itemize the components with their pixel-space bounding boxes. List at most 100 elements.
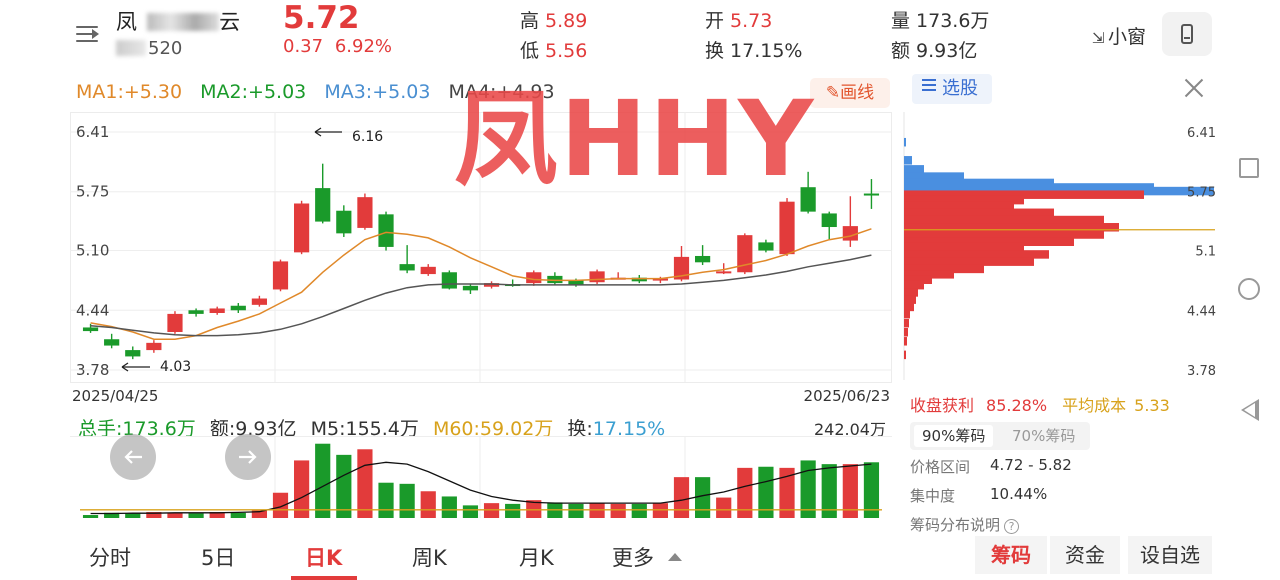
low-stat: 低 5.56	[520, 40, 588, 62]
volume-bar	[441, 496, 457, 518]
scroll-right-button[interactable]	[225, 434, 271, 480]
funds-button[interactable]: 资金	[1050, 536, 1120, 574]
back-icon[interactable]	[1241, 399, 1259, 421]
home-icon[interactable]	[1238, 278, 1260, 300]
chip-y-tick-label: 4.44	[1187, 304, 1216, 319]
volume-bar	[357, 449, 373, 518]
chip-y-tick-label: 3.78	[1187, 364, 1216, 379]
recent-apps-icon[interactable]	[1239, 158, 1259, 178]
chip-y-tick-label: 5.1	[1195, 245, 1216, 260]
chip-bar	[904, 156, 912, 165]
candle-body	[336, 210, 352, 234]
volume-bar	[652, 503, 668, 518]
candle-body	[399, 264, 415, 271]
volume-bar	[695, 477, 711, 518]
tab-monthly-k[interactable]: 月K	[519, 542, 554, 572]
caret-up-icon	[668, 553, 682, 561]
candle-body	[230, 305, 246, 311]
volume-bar	[315, 443, 331, 518]
menu-back-icon[interactable]	[76, 24, 102, 44]
volume-bar	[188, 513, 204, 518]
high-stat: 高 5.89	[520, 10, 588, 32]
volume-bar	[167, 512, 183, 518]
volume-bar	[610, 503, 626, 518]
volume-bar	[716, 497, 732, 518]
tab-intraday[interactable]: 分时	[89, 542, 131, 572]
chip-bar	[904, 295, 916, 304]
tab-5day[interactable]: 5日	[201, 542, 235, 572]
profit-row: 收盘获利 85.28% 平均成本 5.33	[910, 396, 1170, 415]
volume-bar	[272, 492, 289, 518]
chip-bar	[904, 350, 906, 360]
volume-bar	[399, 483, 415, 518]
volume-bar	[230, 512, 246, 518]
candle-body	[125, 350, 141, 357]
volume-bar	[505, 503, 521, 518]
volume-bar	[589, 503, 605, 518]
chip-bar	[904, 250, 1049, 259]
chip-bar	[904, 337, 907, 346]
tab-70-chips[interactable]: 70%筹码	[1004, 425, 1083, 447]
price-change: 0.37 6.92%	[283, 36, 392, 57]
concentration-row: 集中度 10.44%	[910, 485, 1048, 505]
ma2-value: MA2:+5.03	[200, 81, 307, 103]
chip-bar	[904, 137, 906, 147]
candle-body	[378, 214, 394, 247]
max-annotation: 6.16	[314, 127, 383, 145]
ma-long-line	[90, 254, 872, 337]
x-start-label: 2025/04/25	[72, 387, 158, 405]
chip-bar	[904, 242, 1024, 252]
shrink-icon: ⇲	[1092, 29, 1105, 47]
draw-line-button[interactable]: ✎画线	[810, 78, 890, 108]
tab-90-chips[interactable]: 90%筹码	[914, 425, 994, 447]
chip-bar	[904, 309, 910, 319]
volume-bar	[82, 515, 99, 518]
phone-icon[interactable]	[1162, 12, 1212, 56]
tab-more[interactable]: 更多	[612, 542, 682, 572]
ma4-value: MA4:+4.93	[448, 81, 555, 103]
chip-bar	[904, 302, 914, 312]
y-tick-label: 5.10	[76, 242, 109, 260]
open-stat: 开 5.73	[705, 10, 773, 32]
candle-body	[146, 342, 162, 351]
min-annotation: 4.03	[121, 359, 191, 375]
candle-body	[209, 308, 225, 313]
volume-bar	[568, 503, 584, 518]
price-range-row: 价格区间 4.72 - 5.82	[910, 456, 1072, 476]
volume-chart	[70, 436, 892, 518]
chip-range-tabs: 90%筹码 70%筹码	[910, 422, 1090, 450]
candle-body	[167, 313, 183, 332]
volume-bar	[125, 513, 141, 518]
volume-bar	[378, 482, 394, 518]
volume-bar	[462, 505, 479, 518]
x-end-label: 2025/06/23	[804, 387, 890, 405]
mini-window-button[interactable]: ⇲ 小窗	[1092, 22, 1146, 49]
tab-weekly-k[interactable]: 周K	[412, 542, 447, 572]
volume-bar	[673, 477, 690, 518]
candle-body	[589, 271, 605, 283]
active-tab-indicator	[291, 576, 357, 580]
candle-body	[462, 285, 479, 291]
y-tick-label: 6.41	[76, 123, 109, 141]
stock-code: 520	[116, 38, 182, 59]
chip-distribution-chart: 6.41 5.75 5.1 4.44 3.78	[903, 112, 1216, 380]
scroll-left-button[interactable]	[110, 434, 156, 480]
close-icon[interactable]	[1182, 76, 1206, 100]
tab-daily-k[interactable]: 日K	[305, 542, 342, 572]
candle-body	[420, 266, 436, 275]
candle-body	[526, 272, 542, 284]
candlestick-chart[interactable]: 6.41 5.75 5.10 4.44 3.78 6.16 4.03 2025/04/2…	[70, 112, 892, 406]
chip-bar	[904, 327, 908, 337]
candle-body	[779, 201, 795, 255]
max-price-label: 6.16	[352, 129, 383, 145]
candle-body	[315, 188, 331, 222]
chips-button[interactable]: 筹码	[975, 536, 1047, 574]
volume-bar	[631, 503, 647, 518]
add-watchlist-button[interactable]: 设自选	[1128, 536, 1212, 574]
candle-body	[441, 272, 457, 289]
list-icon	[922, 76, 936, 94]
candle-body	[821, 213, 837, 228]
stock-name: 凤云	[116, 10, 240, 34]
chip-y-tick-label: 5.75	[1187, 186, 1216, 201]
select-stock-button[interactable]: 选股	[912, 74, 992, 104]
